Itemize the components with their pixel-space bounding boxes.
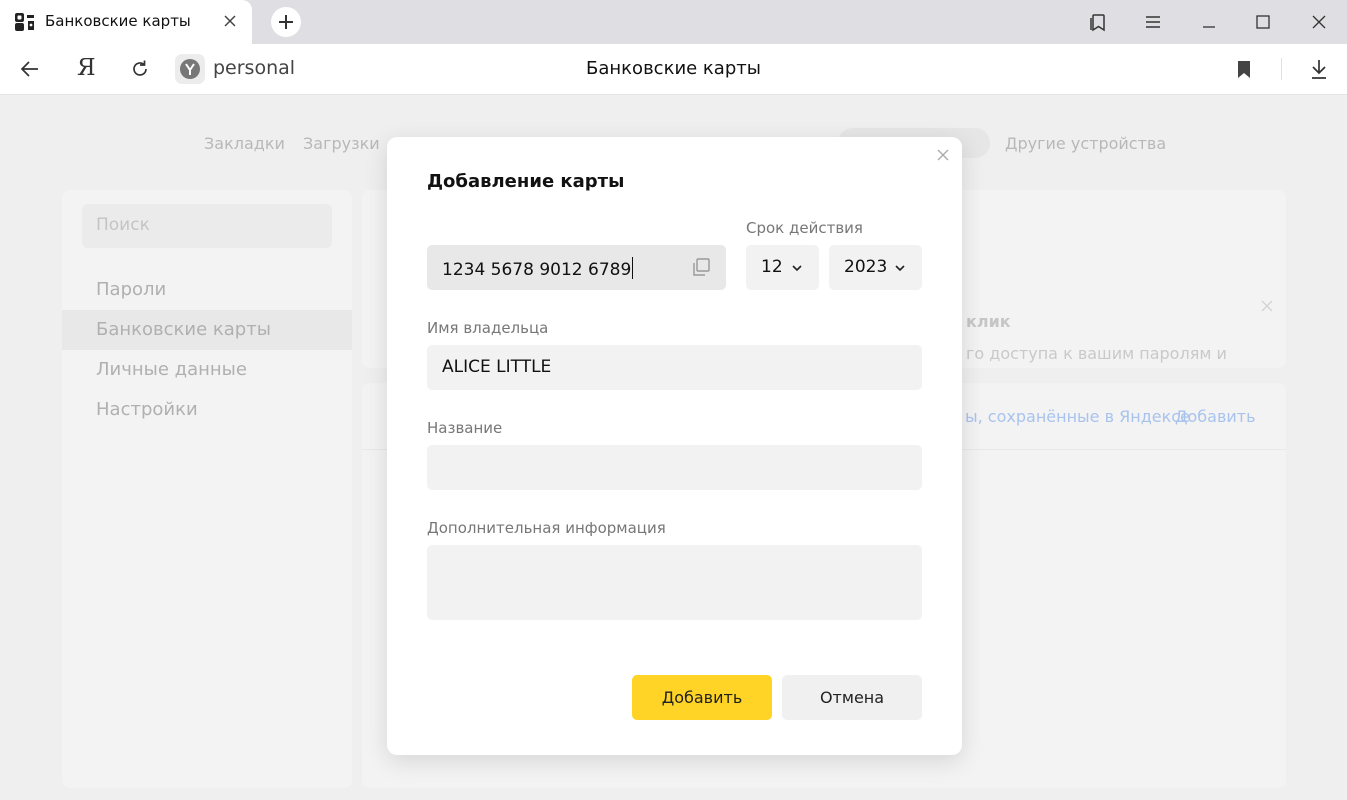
tab-close-icon[interactable] — [220, 11, 240, 31]
sidebar-item-label: Личные данные — [96, 359, 247, 380]
sidebar-item-label: Банковские карты — [96, 319, 271, 340]
download-icon[interactable] — [1307, 57, 1331, 81]
cancel-button[interactable]: Отмена — [782, 675, 922, 720]
maximize-icon[interactable] — [1251, 10, 1275, 34]
nav-bookmarks[interactable]: Закладки — [204, 134, 285, 153]
add-button[interactable]: Добавить — [632, 675, 772, 720]
expiry-year-value: 2023 — [844, 257, 888, 277]
chevron-down-icon — [792, 265, 802, 272]
tab-strip: Банковские карты — [0, 0, 1347, 44]
additional-info-label: Дополнительная информация — [427, 519, 666, 537]
card-number-input[interactable]: 1234 5678 9012 6789 — [427, 245, 726, 290]
yandex-logo-icon — [180, 59, 200, 79]
expiry-month-value: 12 — [761, 257, 783, 277]
back-arrow-icon[interactable] — [18, 57, 42, 81]
tab-title: Банковские карты — [45, 12, 191, 30]
nav-downloads[interactable]: Загрузки — [303, 134, 380, 153]
browser-tab-active[interactable]: Банковские карты — [0, 0, 252, 44]
dialog-title: Добавление карты — [427, 171, 625, 192]
promo-text: го доступа к вашим паролям и — [966, 344, 1227, 363]
new-tab-button[interactable] — [271, 7, 301, 37]
sidebar-item-personal-data[interactable]: Личные данные — [62, 350, 352, 390]
address-bar-url[interactable]: personal — [213, 57, 295, 79]
expiry-label: Срок действия — [746, 219, 863, 237]
passwords-favicon-icon — [15, 13, 34, 31]
holder-name-label: Имя владельца — [427, 319, 549, 337]
card-title-input[interactable] — [427, 445, 922, 490]
chevron-down-icon — [895, 265, 905, 272]
card-title-label: Название — [427, 419, 503, 437]
browser-toolbar: Я personal Банковские карты — [0, 44, 1347, 95]
sidebar-item-passwords[interactable]: Пароли — [62, 270, 352, 310]
minimize-icon[interactable] — [1197, 10, 1221, 34]
collections-icon[interactable] — [1086, 10, 1110, 34]
expiry-month-select[interactable]: 12 — [746, 245, 819, 290]
close-window-icon[interactable] — [1307, 10, 1331, 34]
sidebar-item-label: Настройки — [96, 399, 198, 420]
toolbar-separator — [1281, 58, 1282, 80]
text-caret — [632, 257, 634, 279]
saved-in-yandex-link[interactable]: ы, сохранённые в Яндексе — [965, 407, 1190, 426]
nav-other-devices[interactable]: Другие устройства — [1005, 134, 1166, 153]
dialog-close-icon[interactable] — [936, 148, 950, 162]
yandex-button[interactable]: Я — [77, 54, 96, 82]
copy-icon[interactable] — [690, 256, 712, 278]
expiry-year-select[interactable]: 2023 — [829, 245, 922, 290]
sidebar-item-settings[interactable]: Настройки — [62, 390, 352, 430]
add-card-link[interactable]: Добавить — [1175, 407, 1256, 426]
holder-name-input[interactable]: ALICE LITTLE — [427, 345, 922, 390]
bookmark-icon[interactable] — [1232, 57, 1256, 81]
add-card-dialog: Добавление карты 1234 5678 9012 6789 Сро… — [387, 137, 962, 755]
promo-close-icon[interactable] — [1259, 298, 1275, 314]
menu-icon[interactable] — [1141, 10, 1165, 34]
reload-icon[interactable] — [128, 57, 152, 81]
holder-name-value: ALICE LITTLE — [442, 357, 552, 377]
card-number-value: 1234 5678 9012 6789 — [442, 257, 634, 280]
search-placeholder: Поиск — [96, 215, 150, 235]
site-security-badge[interactable] — [175, 54, 205, 84]
sidebar-item-label: Пароли — [96, 279, 167, 300]
promo-title: клик — [966, 312, 1011, 331]
sidebar: Поиск Пароли Банковские карты Личные дан… — [62, 190, 352, 788]
additional-info-textarea[interactable] — [427, 545, 922, 620]
sidebar-item-bank-cards[interactable]: Банковские карты — [62, 310, 352, 350]
plus-icon — [279, 15, 293, 29]
card-number-text: 1234 5678 9012 6789 — [442, 260, 632, 280]
sidebar-search-input[interactable]: Поиск — [82, 204, 332, 248]
